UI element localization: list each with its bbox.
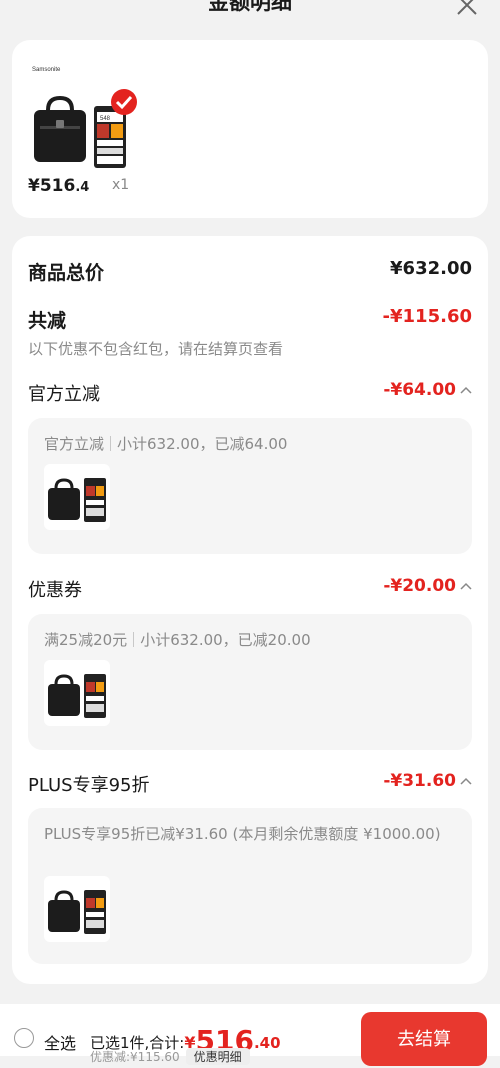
discount-detail-text: 满25减20元 小计632.00，已减20.00 bbox=[44, 631, 311, 649]
discount-value: -¥20.00 bbox=[383, 576, 472, 596]
price-badge-text: 548 bbox=[100, 116, 111, 122]
reduce-value: -¥115.60 bbox=[382, 306, 472, 327]
discount-detail-button[interactable]: 优惠明细 bbox=[185, 1048, 250, 1065]
product-quantity: x1 bbox=[112, 177, 130, 193]
discount-row-coupon[interactable]: 优惠券 -¥20.00 bbox=[28, 576, 472, 602]
discount-detail-panel: 官方立减 小计632.00，已减64.00 bbox=[28, 418, 472, 554]
chevron-up-icon bbox=[460, 777, 472, 785]
product-thumbnail bbox=[44, 660, 110, 726]
discount-detail-panel: PLUS专享95折已减¥31.60 (本月剩余优惠额度 ¥1000.00) bbox=[28, 808, 472, 964]
product-image: Samsonite 548 bbox=[32, 67, 137, 168]
discount-row-plus[interactable]: PLUS专享95折 -¥31.60 bbox=[28, 771, 472, 797]
discount-detail-text: 官方立减 小计632.00，已减64.00 bbox=[44, 435, 288, 453]
reduce-row: 共减 -¥115.60 bbox=[28, 306, 472, 333]
checkout-button[interactable]: 去结算 bbox=[361, 1012, 487, 1066]
chevron-up-icon bbox=[460, 386, 472, 394]
checkout-bar: 全选 已选1件,合计:¥516.40 优惠减:¥115.60 优惠明细 去结算 bbox=[0, 1004, 500, 1066]
close-icon[interactable] bbox=[456, 0, 478, 16]
discount-detail-panel: 满25减20元 小计632.00，已减20.00 bbox=[28, 614, 472, 750]
total-label: 商品总价 bbox=[28, 262, 105, 284]
discount-value: -¥64.00 bbox=[383, 380, 472, 400]
product-price: ¥516.4 bbox=[28, 176, 90, 196]
product-thumbnail bbox=[44, 876, 110, 942]
modal-title: 金额明细 bbox=[208, 0, 292, 14]
product-card: Samsonite 548 ¥516.4 x1 bbox=[12, 40, 488, 218]
discount-detail-text: PLUS专享95折已减¥31.60 (本月剩余优惠额度 ¥1000.00) bbox=[44, 825, 441, 843]
price-breakdown-card: 商品总价 ¥632.00 共减 -¥115.60 以下优惠不包含红包，请在结算页… bbox=[12, 236, 488, 984]
discount-label: PLUS专享95折 bbox=[28, 775, 150, 796]
discount-label: 官方立减 bbox=[28, 384, 100, 405]
discount-summary: 优惠减:¥115.60 优惠明细 bbox=[90, 1048, 250, 1065]
discount-row-official[interactable]: 官方立减 -¥64.00 bbox=[28, 380, 472, 406]
brand-logo: Samsonite bbox=[32, 67, 61, 73]
reduce-label: 共减 bbox=[28, 310, 67, 332]
chevron-up-icon bbox=[460, 582, 472, 590]
discount-value: -¥31.60 bbox=[383, 771, 472, 791]
modal-header: 金额明细 bbox=[0, 0, 500, 24]
total-row: 商品总价 ¥632.00 bbox=[28, 258, 472, 285]
select-all-label[interactable]: 全选 bbox=[44, 1030, 76, 1054]
discount-label: 优惠券 bbox=[28, 580, 82, 601]
discount-note: 以下优惠不包含红包，请在结算页查看 bbox=[28, 340, 284, 358]
select-all-radio[interactable] bbox=[14, 1028, 34, 1048]
product-thumbnail bbox=[44, 464, 110, 530]
total-value: ¥632.00 bbox=[390, 258, 472, 279]
